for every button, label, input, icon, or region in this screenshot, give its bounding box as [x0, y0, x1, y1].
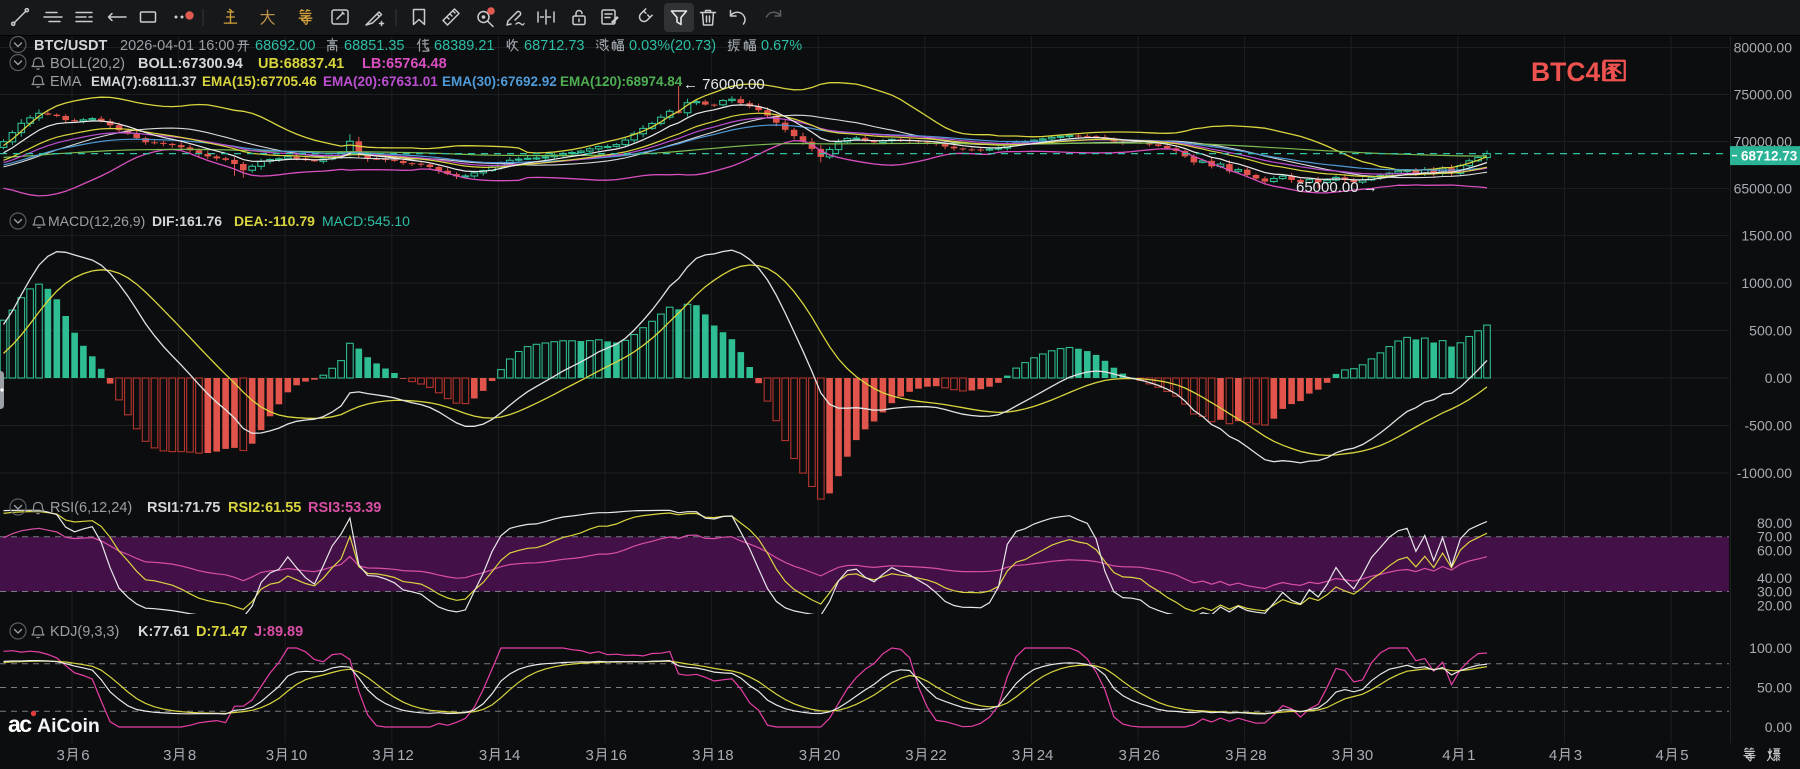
svg-text:28: 28 [1250, 747, 1267, 764]
svg-text:3: 3 [372, 747, 380, 764]
svg-text:80000.00: 80000.00 [1734, 40, 1793, 56]
svg-text:65000.00: 65000.00 [1734, 181, 1793, 197]
svg-text:12: 12 [397, 747, 414, 764]
svg-text:3: 3 [1574, 747, 1582, 764]
svg-text:18: 18 [717, 747, 734, 764]
svg-text:UB:68837.41: UB:68837.41 [258, 56, 344, 72]
svg-text:3: 3 [586, 747, 594, 764]
svg-text:KDJ(9,3,3): KDJ(9,3,3) [50, 624, 119, 640]
svg-text:68712.73: 68712.73 [524, 38, 584, 54]
svg-text:1500.00: 1500.00 [1741, 228, 1792, 244]
svg-text:3: 3 [1332, 747, 1340, 764]
svg-text:AiCoin: AiCoin [37, 715, 100, 737]
svg-text:4: 4 [1656, 747, 1664, 764]
svg-text:EMA(7):68111.37: EMA(7):68111.37 [91, 74, 197, 89]
svg-text:68851.35: 68851.35 [344, 38, 404, 54]
svg-text:BTC/USDT: BTC/USDT [34, 38, 107, 54]
svg-text:EMA: EMA [50, 74, 82, 90]
svg-text:0.03%(20.73): 0.03%(20.73) [629, 38, 716, 54]
svg-text:68692.00: 68692.00 [255, 38, 315, 54]
svg-text:-1000.00: -1000.00 [1737, 465, 1792, 481]
svg-text:MACD:545.10: MACD:545.10 [322, 213, 410, 229]
svg-text:BOLL:67300.94: BOLL:67300.94 [138, 56, 243, 72]
svg-text:10: 10 [291, 747, 308, 764]
svg-text:60.00: 60.00 [1757, 542, 1792, 558]
svg-text:RSI(6,12,24): RSI(6,12,24) [50, 500, 132, 516]
svg-text:50.00: 50.00 [1757, 680, 1792, 696]
svg-text:3: 3 [479, 747, 487, 764]
svg-text:68389.21: 68389.21 [434, 38, 494, 54]
svg-text:26: 26 [1143, 747, 1160, 764]
svg-text:0.00: 0.00 [1765, 370, 1792, 386]
svg-text:100.00: 100.00 [1749, 640, 1792, 656]
svg-text:3: 3 [1225, 747, 1233, 764]
svg-text:RSI2:61.55: RSI2:61.55 [228, 500, 301, 516]
svg-text:2026-04-01 16:00: 2026-04-01 16:00 [120, 38, 235, 54]
svg-text:3: 3 [905, 747, 913, 764]
svg-text:20: 20 [824, 747, 841, 764]
svg-text:4: 4 [1549, 747, 1557, 764]
svg-text:DEA:-110.79: DEA:-110.79 [234, 213, 315, 229]
svg-text:D:71.47: D:71.47 [196, 624, 248, 640]
svg-text:14: 14 [504, 747, 521, 764]
svg-text:EMA(30):67692.92: EMA(30):67692.92 [442, 74, 557, 89]
svg-text:3: 3 [799, 747, 807, 764]
svg-text:68712.73: 68712.73 [1741, 149, 1798, 164]
svg-text:65000.00 →: 65000.00 → [1296, 179, 1378, 196]
svg-text:3: 3 [1119, 747, 1127, 764]
svg-text:3: 3 [1012, 747, 1020, 764]
svg-text:RSI3:53.39: RSI3:53.39 [308, 500, 381, 516]
svg-text:3: 3 [692, 747, 700, 764]
svg-text:EMA(15):67705.46: EMA(15):67705.46 [202, 74, 317, 89]
svg-text:LB:65764.48: LB:65764.48 [362, 56, 447, 72]
svg-text:6: 6 [81, 747, 89, 764]
svg-text:← 76000.00: ← 76000.00 [683, 76, 765, 93]
svg-text:BOLL(20,2): BOLL(20,2) [50, 56, 125, 72]
svg-text:24: 24 [1037, 747, 1054, 764]
svg-text:5: 5 [1680, 747, 1688, 764]
svg-text:ac: ac [8, 711, 32, 737]
svg-text:3: 3 [57, 747, 65, 764]
svg-text:K:77.61: K:77.61 [138, 624, 190, 640]
svg-text:3: 3 [266, 747, 274, 764]
svg-text:MACD(12,26,9): MACD(12,26,9) [48, 213, 145, 229]
svg-text:4: 4 [1442, 747, 1450, 764]
svg-text:8: 8 [188, 747, 196, 764]
svg-text:EMA(20):67631.01: EMA(20):67631.01 [323, 74, 438, 89]
svg-text:J:89.89: J:89.89 [254, 624, 303, 640]
svg-text:16: 16 [610, 747, 627, 764]
svg-text:0.00: 0.00 [1765, 719, 1792, 735]
svg-text:DIF:161.76: DIF:161.76 [152, 213, 222, 229]
svg-text:1: 1 [1467, 747, 1475, 764]
svg-text:1000.00: 1000.00 [1741, 275, 1792, 291]
svg-text:20.00: 20.00 [1757, 597, 1792, 613]
svg-text:75000.00: 75000.00 [1734, 87, 1793, 103]
svg-text:22: 22 [930, 747, 947, 764]
svg-text:EMA(120):68974.84: EMA(120):68974.84 [560, 74, 683, 89]
svg-text:30: 30 [1357, 747, 1374, 764]
svg-text:500.00: 500.00 [1749, 323, 1792, 339]
svg-text:0.67%: 0.67% [761, 38, 802, 54]
svg-text:-500.00: -500.00 [1745, 418, 1793, 434]
svg-text:RSI1:71.75: RSI1:71.75 [147, 500, 220, 516]
svg-text:3: 3 [163, 747, 171, 764]
